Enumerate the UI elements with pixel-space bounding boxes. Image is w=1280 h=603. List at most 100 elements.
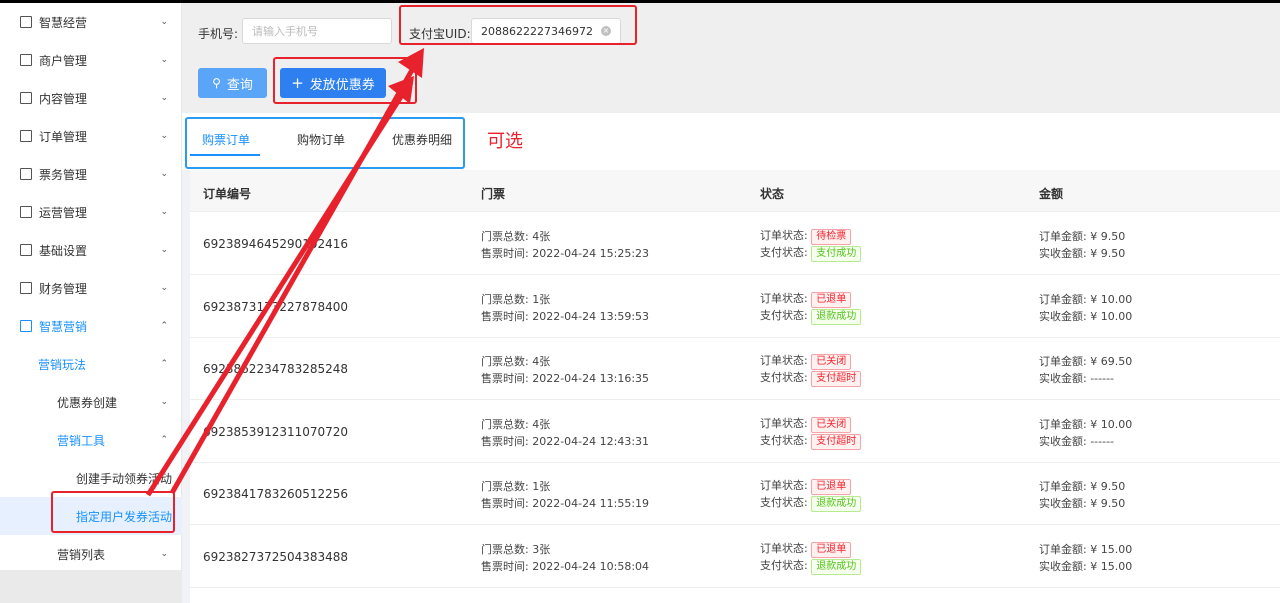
header-status: 状态	[760, 187, 785, 201]
status-badge: 已关闭	[811, 416, 852, 433]
pay-status: 支付状态: 支付超时	[760, 432, 862, 450]
sidebar-item-operations[interactable]: 运营管理 ⌄	[0, 193, 182, 231]
sale-time: 售票时间: 2022-04-24 13:16:35	[481, 372, 650, 385]
chevron-up-icon: ⌃	[160, 359, 168, 369]
order-id: 6923841783260512256	[203, 487, 349, 501]
chevron-down-icon: ⌄	[160, 549, 168, 559]
order-status: 订单状态: 已退单	[760, 477, 852, 495]
received-amount: 实收金额: ¥ 15.00	[1039, 559, 1133, 573]
query-button[interactable]: ⚲ 查询	[198, 68, 267, 98]
received-amount: 实收金额: ------	[1039, 372, 1115, 385]
status-badge: 已关闭	[811, 354, 852, 370]
status-badge: 已退单	[811, 479, 852, 495]
pay-status: 支付状态: 支付成功	[760, 244, 862, 262]
orders-table: 订单编号 门票 状态 金额 6923894645290102416 门票总数: 4…	[190, 170, 1280, 603]
order-status: 订单状态: 已退单	[760, 540, 852, 558]
order-id: 6923853912311070720	[203, 424, 349, 439]
sale-time: 售票时间: 2022-04-24 13:59:53	[481, 309, 650, 323]
header-amount: 金额	[1039, 187, 1064, 201]
chevron-down-icon: ⌄	[160, 55, 168, 65]
header-order-id: 订单编号	[203, 187, 252, 201]
sidebar-item-marketing-list[interactable]: 营销列表 ⌄	[0, 535, 182, 573]
chevron-down-icon: ⌄	[160, 207, 168, 217]
ticket-total: 门票总数: 3张	[481, 542, 551, 556]
ticket-total: 门票总数: 4张	[481, 417, 551, 431]
header-tickets: 门票	[481, 187, 506, 201]
order-id: 6923827372504383488	[203, 549, 349, 564]
order-amount: 订单金额: ¥ 10.00	[1039, 417, 1133, 431]
chevron-down-icon: ⌄	[160, 283, 168, 293]
table-row: 6923841783260512256 门票总数: 1张售票时间: 2022-04…	[190, 463, 1280, 525]
sidebar-item-orders[interactable]: 订单管理 ⌄	[0, 117, 182, 155]
sidebar-item-tickets[interactable]: 票务管理 ⌄	[0, 155, 182, 193]
order-id: 6923873173227878400	[203, 299, 349, 314]
ticket-total: 门票总数: 4张	[481, 230, 551, 243]
table-row: 6923894645290102416 门票总数: 4张 售票时间: 2022-04…	[190, 213, 1280, 275]
sidebar-footer	[0, 570, 182, 603]
ticket-total: 门票总数: 1张	[481, 292, 551, 306]
bar-chart-icon	[20, 282, 32, 294]
status-badge: 退款成功	[811, 308, 862, 325]
sale-time: 售票时间: 2022-04-24 10:58:04	[481, 559, 650, 573]
status-badge: 支付成功	[811, 246, 862, 262]
chevron-down-icon: ⌄	[160, 131, 168, 141]
sidebar-item-coupon-create[interactable]: 优惠券创建 ⌄	[0, 383, 182, 421]
chevron-down-icon: ⌄	[160, 397, 168, 407]
sidebar-item-settings[interactable]: 基础设置 ⌄	[0, 231, 182, 269]
status-badge: 支付超时	[811, 433, 862, 450]
status-badge: 退款成功	[811, 496, 862, 512]
table-row: 6923827372504383488 门票总数: 3张售票时间: 2022-04…	[190, 526, 1280, 588]
annotation-optional: 可选	[487, 131, 523, 152]
sidebar-item-content[interactable]: 内容管理 ⌄	[0, 79, 182, 117]
search-icon: ⚲	[212, 76, 221, 90]
sidebar-item-smart-marketing[interactable]: 智慧营销 ⌃	[0, 307, 182, 345]
ticket-total: 门票总数: 4张	[481, 355, 551, 368]
table-row: 6923862234783285248 门票总数: 4张售票时间: 2022-04…	[190, 338, 1280, 400]
pay-status: 支付状态: 退款成功	[760, 557, 862, 575]
order-amount: 订单金额: ¥ 9.50	[1039, 480, 1126, 493]
phone-input[interactable]: 请输入手机号	[242, 18, 392, 44]
chevron-up-icon: ⌃	[160, 435, 168, 445]
sidebar-item-finance[interactable]: 财务管理 ⌄	[0, 269, 182, 307]
order-amount: 订单金额: ¥ 69.50	[1039, 355, 1133, 368]
apps-icon	[20, 320, 32, 332]
sidebar-item-smart-operation[interactable]: 智慧经营 ⌄	[0, 3, 182, 41]
table-row: 6923873173227878400 门票总数: 1张售票时间: 2022-04…	[190, 276, 1280, 338]
chevron-down-icon: ⌄	[160, 17, 168, 27]
received-amount: 实收金额: ¥ 10.00	[1039, 309, 1133, 323]
ticket-icon	[20, 168, 32, 180]
order-status: 订单状态: 已退单	[760, 290, 852, 308]
sale-time: 售票时间: 2022-04-24 11:55:19	[481, 497, 650, 510]
order-amount: 订单金额: ¥ 10.00	[1039, 292, 1133, 306]
status-badge: 支付超时	[811, 371, 862, 387]
order-status: 订单状态: 待检票	[760, 227, 852, 245]
table-row: 6923853912311070720 门票总数: 4张售票时间: 2022-04…	[190, 401, 1280, 463]
grid-settings-icon	[20, 244, 32, 256]
pay-status: 支付状态: 退款成功	[760, 307, 862, 325]
chevron-down-icon: ⌄	[160, 93, 168, 103]
status-badge: 退款成功	[811, 558, 862, 575]
document-icon	[20, 92, 32, 104]
annotation-uid-highlight	[399, 5, 637, 45]
chart-icon	[20, 16, 32, 28]
chevron-down-icon: ⌄	[160, 169, 168, 179]
table-header: 订单编号 门票 状态 金额	[190, 170, 1280, 212]
ticket-total: 门票总数: 1张	[481, 480, 551, 493]
order-amount: 订单金额: ¥ 9.50	[1039, 230, 1126, 243]
annotation-tabs-highlight	[185, 117, 465, 169]
pay-status: 支付状态: 退款成功	[760, 494, 862, 512]
order-amount: 订单金额: ¥ 15.00	[1039, 542, 1133, 556]
annotation-issue-highlight	[273, 57, 417, 104]
annotation-menu-highlight	[51, 491, 175, 533]
order-id: 6923894645290102416	[203, 237, 349, 251]
chevron-up-icon: ⌃	[160, 321, 168, 331]
pay-status: 支付状态: 支付超时	[760, 369, 862, 387]
clipboard-icon	[20, 206, 32, 218]
order-id: 6923862234783285248	[203, 362, 349, 376]
sale-time: 售票时间: 2022-04-24 12:43:31	[481, 434, 650, 448]
order-status: 订单状态: 已关闭	[760, 352, 852, 370]
sidebar-item-marketing-play[interactable]: 营销玩法 ⌃	[0, 345, 182, 383]
sidebar-item-marketing-tools[interactable]: 营销工具 ⌃	[0, 421, 182, 459]
sidebar-item-merchant[interactable]: 商户管理 ⌄	[0, 41, 182, 79]
received-amount: 实收金额: ¥ 9.50	[1039, 247, 1126, 260]
